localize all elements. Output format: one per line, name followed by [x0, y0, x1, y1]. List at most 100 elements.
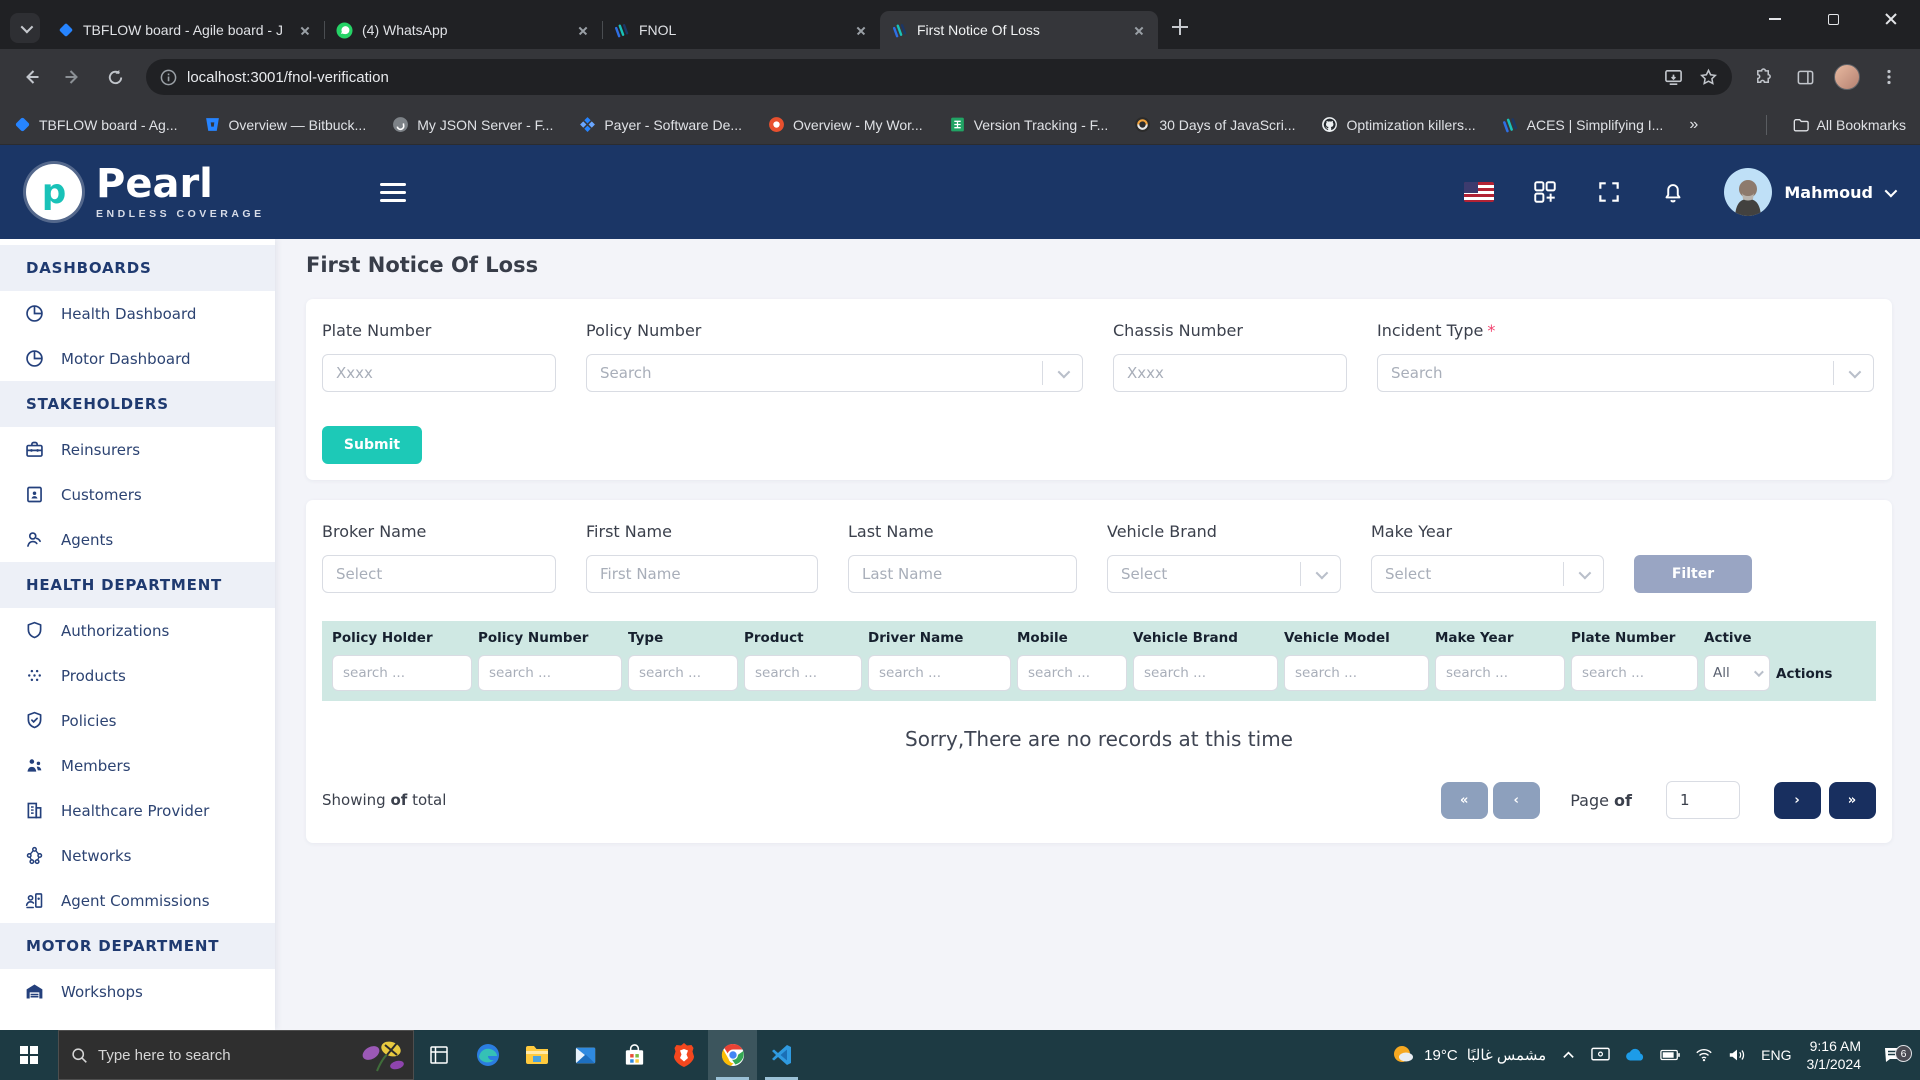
- chassis-number-input[interactable]: [1114, 355, 1346, 391]
- user-menu[interactable]: Mahmoud: [1724, 168, 1894, 216]
- browser-menu-button[interactable]: [1872, 60, 1906, 94]
- taskbar-edge[interactable]: [463, 1030, 512, 1080]
- taskbar-chrome[interactable]: [708, 1030, 757, 1080]
- sidebar-item-products[interactable]: Products: [0, 653, 275, 698]
- vehicle-brand-select[interactable]: Select: [1107, 555, 1341, 593]
- apps-grid-icon[interactable]: [1532, 179, 1558, 205]
- active-filter-select[interactable]: All: [1704, 655, 1770, 691]
- pearl-logo[interactable]: p Pearl ENDLESS COVERAGE: [26, 164, 265, 220]
- previous-page-button[interactable]: ‹: [1493, 782, 1540, 819]
- onedrive-icon[interactable]: [1625, 1048, 1645, 1062]
- taskbar-search-box[interactable]: Type here to search: [58, 1030, 414, 1080]
- tray-expand-chevron-icon[interactable]: [1561, 1048, 1576, 1063]
- back-button[interactable]: [14, 60, 48, 94]
- bookmark-star-icon[interactable]: [1699, 68, 1718, 87]
- make-year-search-input[interactable]: [1436, 656, 1564, 690]
- tab-tbflow[interactable]: TBFLOW board - Agile board - J: [46, 11, 324, 49]
- taskbar-vscode[interactable]: [757, 1030, 806, 1080]
- close-icon[interactable]: [574, 21, 592, 39]
- taskbar-store[interactable]: [610, 1030, 659, 1080]
- install-app-icon[interactable]: [1664, 68, 1683, 87]
- type-search-input[interactable]: [629, 656, 737, 690]
- sidebar-item-agent-commissions[interactable]: Agent Commissions: [0, 878, 275, 923]
- wifi-icon[interactable]: [1695, 1048, 1713, 1062]
- reload-button[interactable]: [98, 60, 132, 94]
- sidebar-item-members[interactable]: Members: [0, 743, 275, 788]
- sidebar-item-policies[interactable]: Policies: [0, 698, 275, 743]
- bookmark-overview-work[interactable]: Overview - My Wor...: [768, 116, 923, 133]
- weather-widget[interactable]: 19°C مشمس غالبًا: [1391, 1043, 1546, 1067]
- bookmark-optimization-killers[interactable]: Optimization killers...: [1321, 116, 1475, 133]
- address-bar[interactable]: localhost:3001/fnol-verification: [146, 59, 1732, 95]
- volume-icon[interactable]: [1728, 1047, 1746, 1063]
- sidebar-item-authorizations[interactable]: Authorizations: [0, 608, 275, 653]
- cast-icon[interactable]: [1591, 1047, 1610, 1063]
- vehicle-brand-search-input[interactable]: [1134, 656, 1277, 690]
- sidebar-item-customers[interactable]: Customers: [0, 472, 275, 517]
- bookmark-30days-js[interactable]: 30 Days of JavaScri...: [1134, 116, 1295, 133]
- language-flag-us[interactable]: [1464, 182, 1494, 202]
- sidebar-item-networks[interactable]: Networks: [0, 833, 275, 878]
- maximize-button[interactable]: [1804, 0, 1862, 38]
- taskbar-file-explorer[interactable]: [512, 1030, 561, 1080]
- first-name-input[interactable]: [587, 556, 817, 592]
- sidebar-item-reinsurers[interactable]: Reinsurers: [0, 427, 275, 472]
- minimize-button[interactable]: [1746, 0, 1804, 38]
- product-search-input[interactable]: [745, 656, 861, 690]
- bookmark-version-tracking[interactable]: Version Tracking - F...: [949, 116, 1109, 133]
- first-page-button[interactable]: «: [1441, 782, 1488, 819]
- notifications-bell-icon[interactable]: [1660, 179, 1686, 205]
- fullscreen-icon[interactable]: [1596, 179, 1622, 205]
- new-tab-button[interactable]: [1166, 13, 1194, 41]
- mobile-search-input[interactable]: [1018, 656, 1126, 690]
- tab-first-notice-of-loss[interactable]: First Notice Of Loss: [880, 11, 1158, 49]
- incident-type-select[interactable]: Search: [1377, 354, 1874, 392]
- last-page-button[interactable]: »: [1829, 782, 1876, 819]
- tab-fnol[interactable]: FNOL: [602, 11, 880, 49]
- language-indicator[interactable]: ENG: [1761, 1047, 1791, 1063]
- close-window-button[interactable]: [1862, 0, 1920, 38]
- driver-name-search-input[interactable]: [869, 656, 1010, 690]
- sidebar-item-workshops[interactable]: Workshops: [0, 969, 275, 1014]
- side-panel-button[interactable]: [1788, 60, 1822, 94]
- last-name-input[interactable]: [849, 556, 1076, 592]
- plate-number-search-input[interactable]: [1572, 656, 1697, 690]
- submit-button[interactable]: Submit: [322, 426, 422, 464]
- broker-name-input[interactable]: [323, 556, 555, 592]
- bookmark-tbflow[interactable]: TBFLOW board - Ag...: [14, 116, 178, 133]
- sidebar-toggle-button[interactable]: [380, 183, 406, 202]
- extensions-button[interactable]: [1746, 60, 1780, 94]
- policy-number-select[interactable]: Search: [586, 354, 1083, 392]
- action-center-button[interactable]: 6: [1876, 1046, 1910, 1064]
- sidebar-item-healthcare-provider[interactable]: Healthcare Provider: [0, 788, 275, 833]
- clock[interactable]: 9:16 AM 3/1/2024: [1807, 1037, 1862, 1073]
- bookmarks-overflow-button[interactable]: »: [1689, 116, 1696, 134]
- page-number-input[interactable]: [1666, 781, 1740, 819]
- tab-search-button[interactable]: [10, 13, 40, 43]
- browser-profile-avatar[interactable]: [1830, 60, 1864, 94]
- bookmark-payer[interactable]: Payer - Software De...: [579, 116, 742, 133]
- start-button[interactable]: [0, 1030, 58, 1080]
- task-view-button[interactable]: [414, 1030, 463, 1080]
- taskbar-mail[interactable]: [561, 1030, 610, 1080]
- filter-button[interactable]: Filter: [1634, 555, 1752, 593]
- close-icon[interactable]: [1130, 21, 1148, 39]
- policy-number-search-input[interactable]: [479, 656, 621, 690]
- make-year-select[interactable]: Select: [1371, 555, 1604, 593]
- bookmark-json-server[interactable]: My JSON Server - F...: [392, 116, 553, 133]
- close-icon[interactable]: [296, 21, 314, 39]
- policy-holder-search-input[interactable]: [333, 656, 471, 690]
- sidebar-item-agents[interactable]: Agents: [0, 517, 275, 562]
- bookmark-bitbucket[interactable]: Overview — Bitbuck...: [204, 116, 367, 133]
- forward-button[interactable]: [56, 60, 90, 94]
- bookmark-aces[interactable]: ACES | Simplifying I...: [1502, 116, 1664, 133]
- taskbar-brave[interactable]: [659, 1030, 708, 1080]
- sidebar-item-motor-dashboard[interactable]: Motor Dashboard: [0, 336, 275, 381]
- next-page-button[interactable]: ›: [1774, 782, 1821, 819]
- close-icon[interactable]: [852, 21, 870, 39]
- plate-number-input[interactable]: [323, 355, 555, 391]
- battery-icon[interactable]: [1660, 1049, 1680, 1061]
- all-bookmarks-button[interactable]: All Bookmarks: [1793, 117, 1906, 133]
- tab-whatsapp[interactable]: (4) WhatsApp: [324, 11, 602, 49]
- sidebar-item-health-dashboard[interactable]: Health Dashboard: [0, 291, 275, 336]
